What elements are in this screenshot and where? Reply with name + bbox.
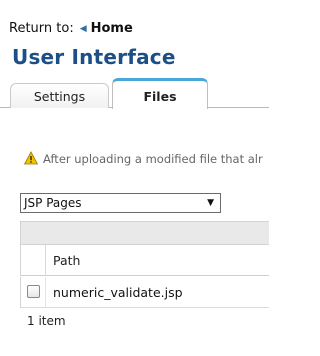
column-divider (45, 277, 46, 307)
row-select-checkbox[interactable] (27, 285, 40, 298)
tab-settings[interactable]: Settings (10, 83, 109, 108)
table-row[interactable]: numeric_validate.jsp (20, 277, 269, 308)
file-path-cell[interactable]: numeric_validate.jsp (53, 285, 183, 300)
dropdown-arrow-icon: ▼ (207, 198, 214, 208)
column-header-path[interactable]: Path (53, 253, 80, 268)
tab-files[interactable]: Files (112, 78, 208, 109)
file-type-select[interactable]: JSP Pages ▼ (20, 193, 221, 213)
page-title: User Interface (12, 45, 176, 69)
warning-message: After uploading a modified file that alr (24, 151, 263, 166)
item-count: 1 item (27, 314, 66, 328)
table-toolbar (20, 221, 269, 245)
warning-icon (24, 151, 38, 165)
triangle-left-icon: ◀ (79, 24, 87, 34)
table-header-row: Path (20, 245, 269, 276)
return-navigation: Return to: ◀ Home (9, 21, 133, 36)
home-link[interactable]: Home (91, 21, 133, 36)
column-divider (45, 245, 46, 275)
return-label: Return to: (9, 21, 74, 36)
warning-text: After uploading a modified file that alr (43, 152, 263, 166)
file-type-select-value: JSP Pages (24, 196, 82, 210)
